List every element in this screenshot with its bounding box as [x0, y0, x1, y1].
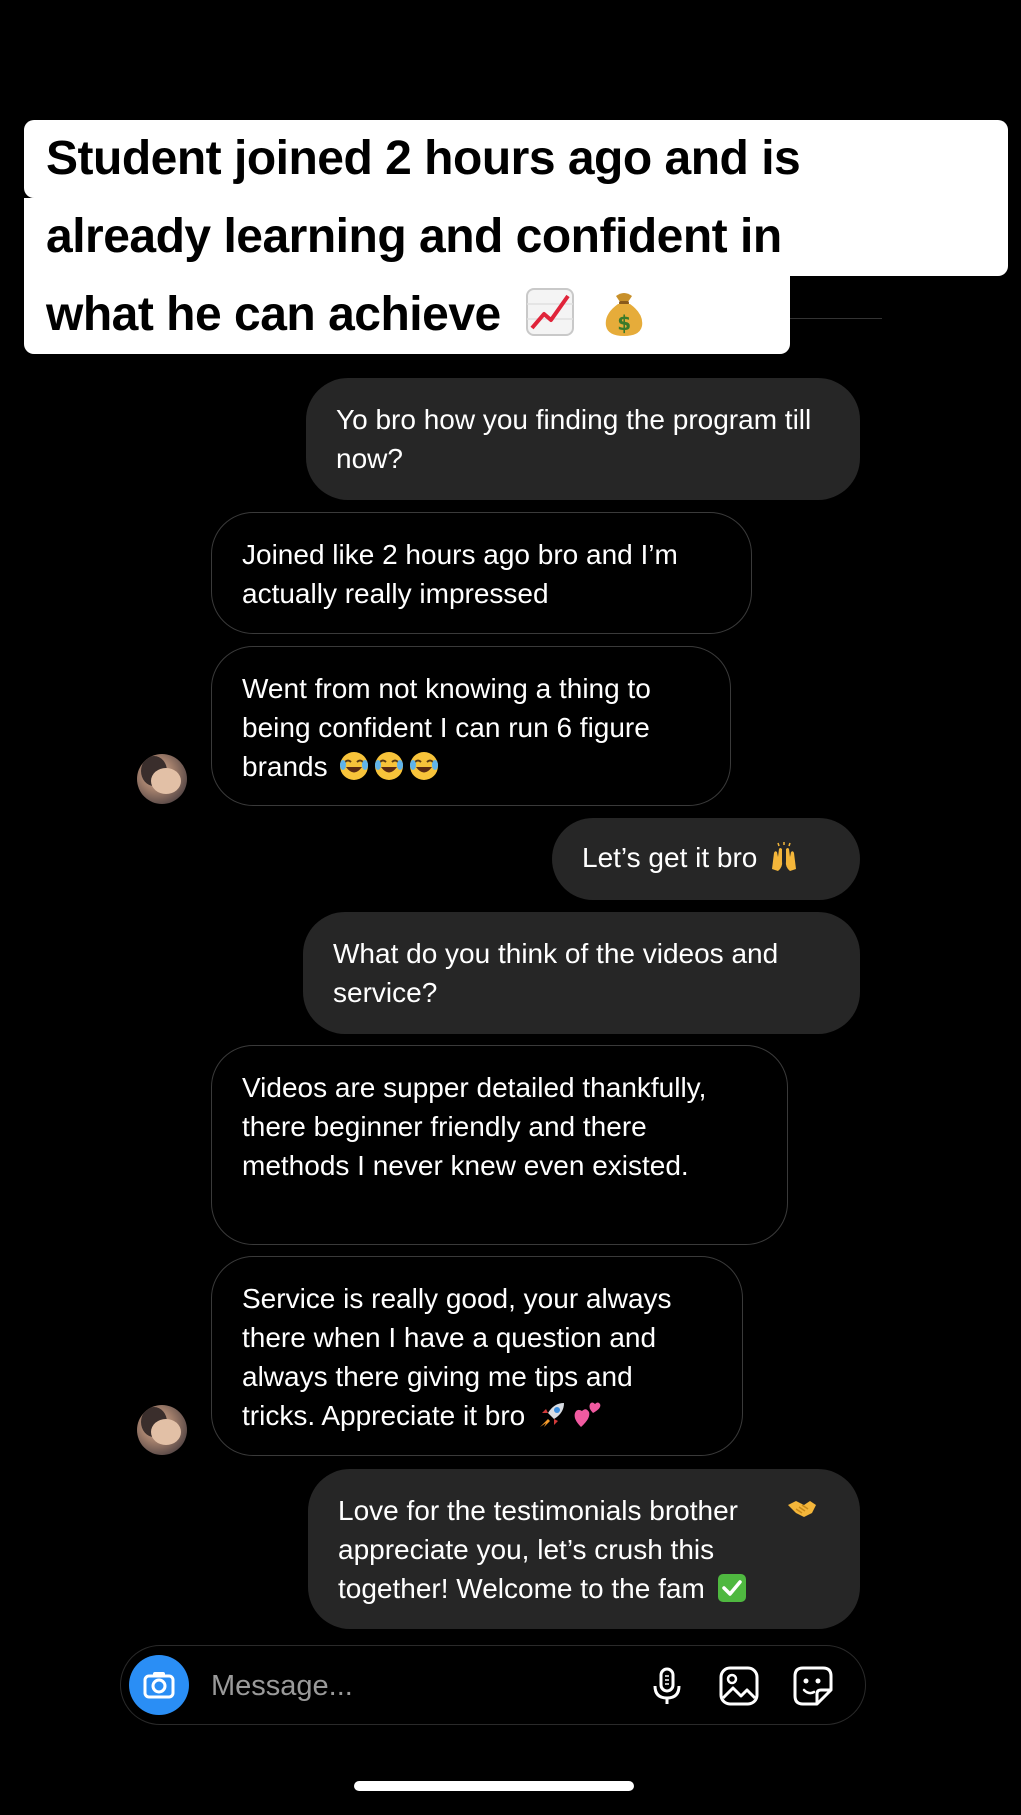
two-hearts-emoji	[574, 1402, 601, 1427]
message-bubble[interactable]: Joined like 2 hours ago bro and I’m actu…	[211, 512, 752, 634]
camera-icon	[143, 1672, 175, 1699]
message-bubble[interactable]: What do you think of the videos and serv…	[303, 912, 860, 1034]
message-bubble[interactable]: Yo bro how you finding the program till …	[306, 378, 860, 500]
rocket-emoji	[540, 1403, 565, 1427]
message-bubble[interactable]: Videos are supper detailed thankfully, t…	[211, 1045, 788, 1245]
raising-hands-emoji	[772, 842, 797, 871]
message-text: Let’s get it bro	[582, 842, 758, 873]
message-text: Went from not knowing a thing to being c…	[242, 673, 651, 782]
caption-line-2-text: already learning and confident in	[46, 210, 782, 263]
message-text: Service is really good, your always ther…	[242, 1283, 672, 1431]
camera-button[interactable]	[129, 1655, 189, 1715]
microphone-icon[interactable]	[645, 1664, 689, 1708]
message-text: What do you think of the videos and serv…	[333, 938, 779, 1008]
message-bubble[interactable]: Service is really good, your always ther…	[211, 1256, 743, 1456]
caption-line-1-text: Student joined 2 hours ago and is	[46, 132, 801, 185]
caption-line-3-text: what he can achieve	[46, 288, 501, 341]
message-text: Joined like 2 hours ago bro and I’m actu…	[242, 539, 678, 609]
message-bubble[interactable]: Love for the testimonials brother apprec…	[308, 1469, 860, 1629]
caption-line-1: Student joined 2 hours ago and is	[24, 120, 1008, 198]
handshake-emoji	[788, 1501, 816, 1517]
tears-of-joy-emoji	[375, 752, 404, 780]
tears-of-joy-emoji	[410, 752, 439, 780]
message-composer	[120, 1645, 866, 1725]
caption-line-2: already learning and confident in	[24, 198, 1008, 276]
check-mark-emoji	[717, 1574, 746, 1602]
message-bubble[interactable]: Went from not knowing a thing to being c…	[211, 646, 731, 806]
tears-of-joy-emoji	[340, 752, 369, 780]
caption-overlay: Student joined 2 hours ago and is alread…	[24, 120, 1014, 370]
caption-line-3: what he can achieve $	[24, 276, 790, 354]
chart-increasing-emoji	[525, 288, 574, 336]
gallery-icon[interactable]	[717, 1664, 761, 1708]
sticker-icon[interactable]	[791, 1664, 835, 1708]
message-text: Videos are supper detailed thankfully, t…	[242, 1072, 707, 1181]
message-text: Yo bro how you finding the program till …	[336, 404, 812, 474]
message-input[interactable]	[211, 1666, 561, 1706]
home-indicator[interactable]	[354, 1781, 634, 1791]
message-bubble[interactable]: Let’s get it bro	[552, 818, 860, 900]
contact-avatar[interactable]	[137, 1405, 187, 1455]
message-text: Love for the testimonials brother apprec…	[338, 1495, 738, 1604]
header-divider	[790, 318, 882, 319]
contact-avatar[interactable]	[137, 754, 187, 804]
money-bag-emoji: $	[606, 293, 643, 336]
svg-text:$: $	[618, 311, 631, 335]
